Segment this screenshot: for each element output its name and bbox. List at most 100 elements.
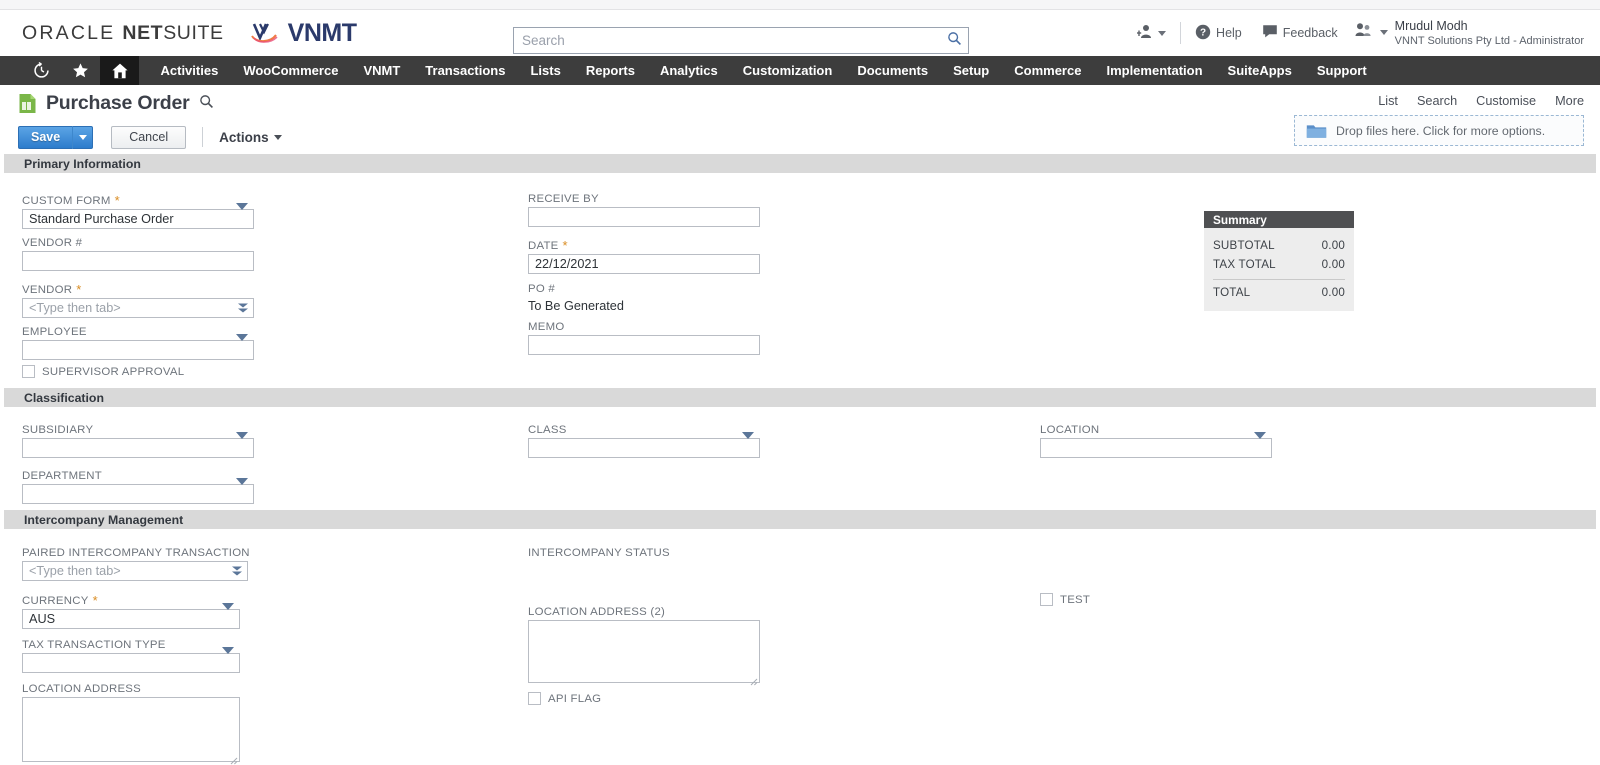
field-label: LOCATION	[1040, 424, 1272, 436]
receive-by-input[interactable]	[529, 208, 759, 226]
shortcuts-star-icon[interactable]	[61, 56, 100, 85]
location-select[interactable]	[1040, 432, 1272, 458]
vendor-control[interactable]	[22, 298, 254, 318]
vendor-number-control[interactable]	[22, 251, 254, 271]
summary-label: TOTAL	[1213, 286, 1251, 299]
nav-item-lists[interactable]: Lists	[518, 56, 573, 85]
nav-item-transactions[interactable]: Transactions	[413, 56, 518, 85]
custom-form-select[interactable]: Standard Purchase Order	[22, 203, 254, 229]
dropdown-arrow-icon	[236, 203, 248, 228]
intercompany-middle-column: INTERCOMPANY STATUS LOCATION ADDRESS (2)	[528, 547, 760, 705]
date-input[interactable]	[529, 255, 759, 273]
class-select[interactable]	[528, 432, 760, 458]
link-more[interactable]: More	[1555, 94, 1584, 108]
summary-title: Summary	[1204, 211, 1354, 228]
nav-item-reports[interactable]: Reports	[573, 56, 647, 85]
actions-menu-button[interactable]: Actions	[219, 130, 282, 145]
paired-transaction-control[interactable]	[22, 561, 248, 581]
help-button[interactable]: ? Help	[1185, 24, 1252, 43]
classification-middle-column: CLASS	[528, 424, 760, 458]
page-action-links: List Search Customise More	[1378, 94, 1584, 108]
file-dropzone[interactable]: Drop files here. Click for more options.	[1294, 115, 1584, 146]
memo-control[interactable]	[528, 335, 760, 355]
nav-item-customization[interactable]: Customization	[730, 56, 845, 85]
nav-item-woocommerce[interactable]: WooCommerce	[231, 56, 351, 85]
netsuite-bold-wordmark: NET	[122, 21, 164, 44]
oracle-netsuite-logo[interactable]: ORACLE NET SUITE	[22, 22, 224, 45]
save-dropdown-button[interactable]	[72, 125, 94, 149]
api-flag-checkbox[interactable]	[528, 692, 541, 705]
page-search-icon[interactable]	[199, 94, 214, 114]
add-person-icon	[1137, 24, 1153, 42]
user-avatar-icon	[1354, 22, 1373, 43]
label-text: INTERCOMPANY STATUS	[528, 547, 670, 559]
vnmt-logo[interactable]: VNMT	[250, 19, 357, 48]
required-indicator: *	[114, 193, 120, 208]
label-text: EMPLOYEE	[22, 326, 87, 338]
field-label: PO #	[528, 283, 760, 295]
dropdown-arrow-icon	[236, 432, 248, 457]
user-name: Mrudul Modh	[1394, 18, 1468, 33]
nav-item-implementation[interactable]: Implementation	[1094, 56, 1215, 85]
form-toolbar: Save Cancel Actions Drop files here. Cli…	[0, 115, 1600, 154]
global-search	[513, 27, 969, 54]
nav-item-activities[interactable]: Activities	[148, 56, 231, 85]
date-control[interactable]	[528, 254, 760, 274]
currency-select[interactable]: AUS	[22, 603, 240, 629]
feedback-button[interactable]: Feedback	[1252, 24, 1348, 42]
dropdown-arrow-icon	[742, 432, 754, 457]
location-address-textarea[interactable]	[22, 697, 240, 762]
employee-select[interactable]	[22, 334, 254, 360]
tax-transaction-type-select[interactable]	[22, 647, 240, 673]
subsidiary-select[interactable]	[22, 432, 254, 458]
nav-item-suiteapps[interactable]: SuiteApps	[1215, 56, 1304, 85]
cancel-button[interactable]: Cancel	[111, 125, 187, 149]
label-text: SUBSIDIARY	[22, 424, 94, 436]
nav-item-vnmt[interactable]: VNMT	[351, 56, 413, 85]
user-chevron-down-icon	[1379, 30, 1388, 36]
label-text: PO #	[528, 283, 555, 295]
field-location-address: LOCATION ADDRESS	[22, 683, 240, 765]
quick-add-menu[interactable]	[1127, 24, 1176, 42]
field-vendor: VENDOR *	[22, 283, 254, 318]
summary-row-subtotal: SUBTOTAL 0.00	[1213, 236, 1345, 255]
classification-left-column: SUBSIDIARY DEPARTMENT	[22, 424, 254, 504]
receive-by-control[interactable]	[528, 207, 760, 227]
paired-transaction-input[interactable]	[23, 562, 247, 580]
nav-item-documents[interactable]: Documents	[845, 56, 941, 85]
link-search[interactable]: Search	[1417, 94, 1457, 108]
test-flag-checkbox[interactable]	[1040, 593, 1053, 606]
user-role: VNNT Solutions Pty Ltd - Administrator	[1394, 34, 1584, 47]
memo-input[interactable]	[529, 336, 759, 354]
field-custom-form: CUSTOM FORM * Standard Purchase Order	[22, 193, 254, 229]
field-api-flag: API FLAG	[528, 692, 760, 705]
recent-history-icon[interactable]	[22, 56, 61, 85]
user-menu[interactable]: Mrudul Modh VNNT Solutions Pty Ltd - Adm…	[1348, 18, 1584, 48]
nav-item-support[interactable]: Support	[1304, 56, 1379, 85]
nav-item-setup[interactable]: Setup	[941, 56, 1002, 85]
search-box[interactable]	[513, 27, 969, 54]
nav-item-analytics[interactable]: Analytics	[647, 56, 730, 85]
field-label: LOCATION ADDRESS	[22, 683, 240, 695]
home-icon[interactable]	[100, 56, 139, 85]
vendor-number-input[interactable]	[23, 252, 253, 270]
api-flag-label: API FLAG	[548, 692, 602, 705]
link-customise[interactable]: Customise	[1476, 94, 1536, 108]
vendor-input[interactable]	[23, 299, 253, 317]
field-label: EMPLOYEE	[22, 326, 254, 338]
user-info: Mrudul Modh VNNT Solutions Pty Ltd - Adm…	[1395, 18, 1584, 48]
field-receive-by: RECEIVE BY	[528, 193, 760, 227]
chevron-down-icon	[78, 134, 87, 140]
supervisor-approval-checkbox[interactable]	[22, 365, 35, 378]
search-icon[interactable]	[947, 31, 962, 51]
classification-body: SUBSIDIARY DEPARTMENT CLASS LOCATION	[0, 407, 1600, 510]
field-label: LOCATION ADDRESS (2)	[528, 606, 760, 618]
field-supervisor-approval: SUPERVISOR APPROVAL	[22, 365, 254, 378]
location-address-2-textarea[interactable]	[528, 620, 760, 683]
save-button-group: Save	[18, 125, 94, 149]
search-input[interactable]	[522, 33, 947, 48]
department-select[interactable]	[22, 478, 254, 504]
link-list[interactable]: List	[1378, 94, 1398, 108]
nav-item-commerce[interactable]: Commerce	[1002, 56, 1094, 85]
save-button[interactable]: Save	[18, 125, 73, 149]
